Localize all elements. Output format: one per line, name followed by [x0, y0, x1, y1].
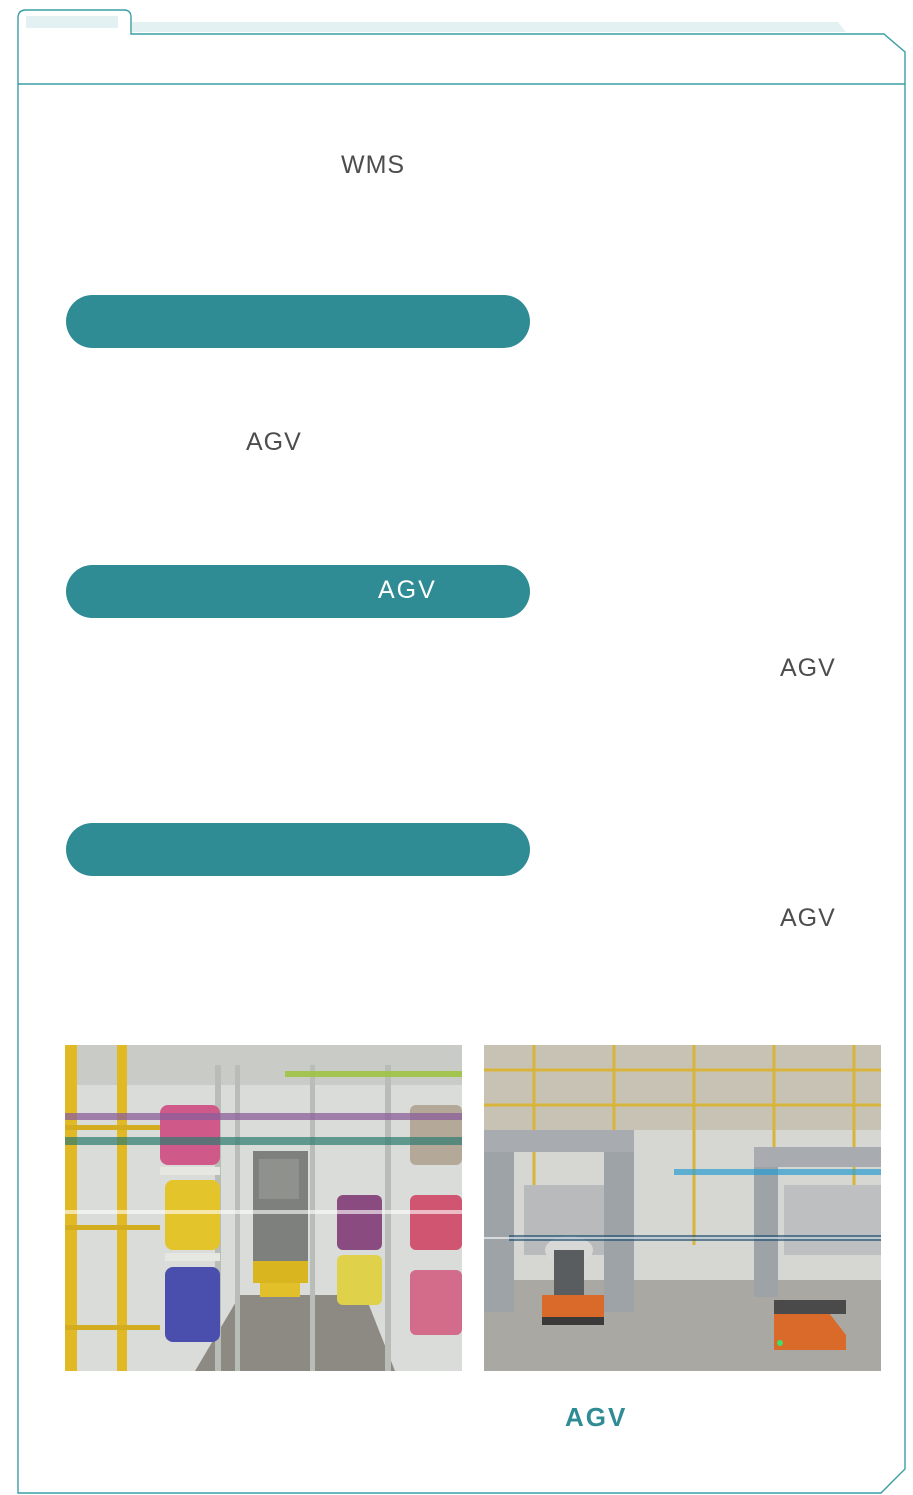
- agv-robots-photo: [484, 1045, 881, 1371]
- folder-tab-short: [26, 16, 118, 28]
- warehouse-shelving-image: [65, 1045, 462, 1371]
- section-2-heading-agv: AGV: [378, 576, 437, 604]
- agv-robots-image: [484, 1045, 881, 1371]
- section-3-agv-text: AGV: [780, 904, 836, 932]
- figure-caption: AGV: [565, 1402, 628, 1432]
- section-3-heading-bar: [66, 823, 530, 876]
- folder-tab-strip: [132, 22, 846, 32]
- section-2-agv-text: AGV: [780, 654, 836, 682]
- section-1-heading-bar: [66, 295, 530, 348]
- section-2-heading-bar: AGV: [66, 565, 530, 618]
- warehouse-shelving-photo: [65, 1045, 462, 1371]
- section-1-agv-text: AGV: [246, 428, 302, 456]
- wms-text: WMS: [341, 151, 406, 179]
